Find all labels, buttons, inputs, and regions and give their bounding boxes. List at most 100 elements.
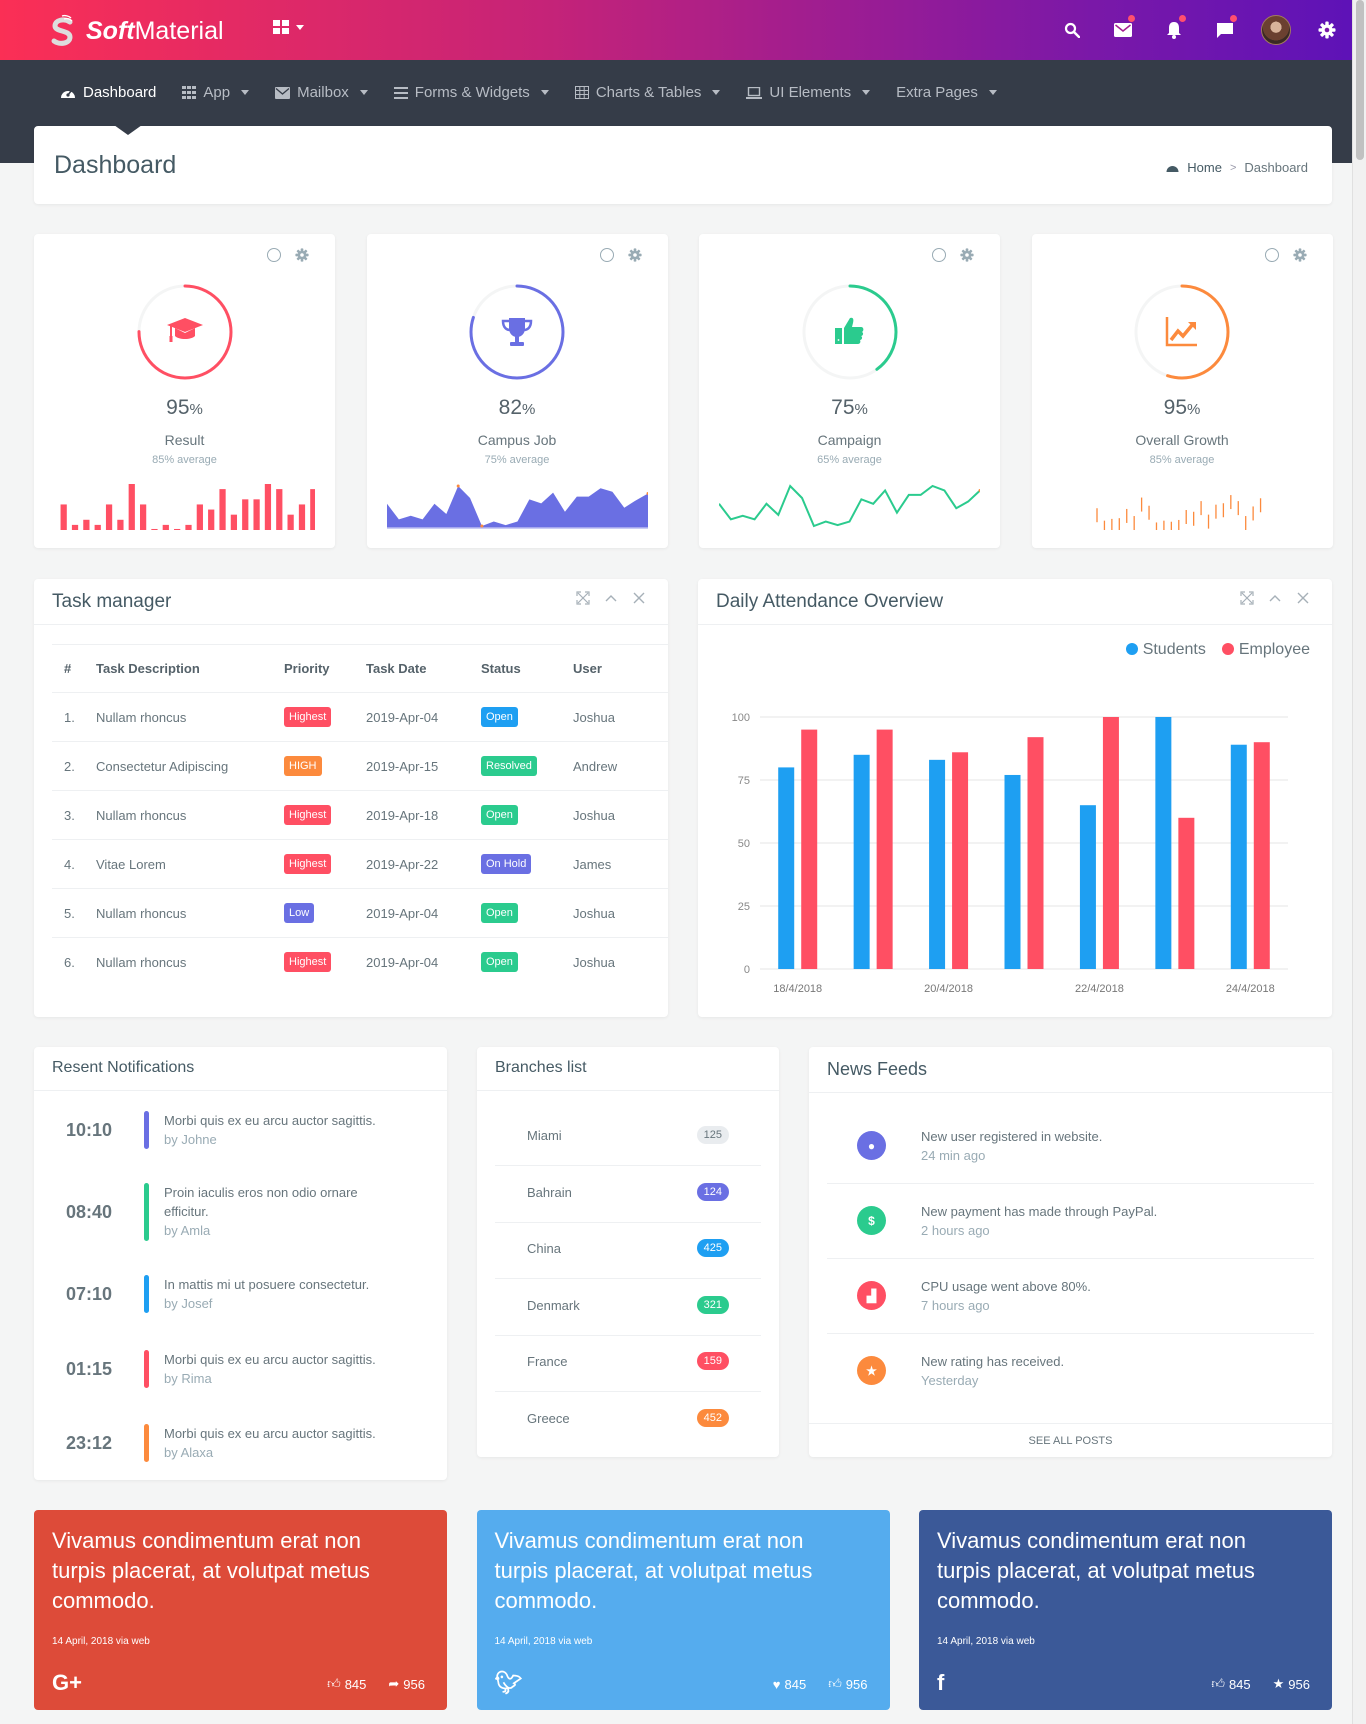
scrollbar-thumb[interactable] bbox=[1356, 0, 1364, 160]
news-item[interactable]: $ New payment has made through PayPal. 2 h… bbox=[827, 1184, 1314, 1259]
google-plus-icon[interactable]: G+ bbox=[52, 1670, 82, 1696]
search-button[interactable] bbox=[1046, 0, 1097, 60]
collapse-icon[interactable] bbox=[1268, 591, 1282, 605]
panel-header: Daily Attendance Overview bbox=[698, 579, 1332, 625]
star-icon: ★ bbox=[1272, 1676, 1285, 1691]
post-stat[interactable]: ➦ 956 bbox=[388, 1676, 425, 1692]
social-post-card[interactable]: Vivamus condimentum erat non turpis plac… bbox=[34, 1510, 447, 1710]
branch-item[interactable]: France 159 bbox=[495, 1335, 761, 1392]
notification-item[interactable]: 01:15 Morbi quis ex eu arcu auctor sagitt… bbox=[34, 1350, 447, 1424]
gear-icon[interactable] bbox=[627, 248, 642, 262]
nav-item-app[interactable]: App bbox=[182, 84, 250, 101]
status-cell: Open bbox=[481, 692, 573, 742]
y-tick-label: 100 bbox=[732, 712, 750, 724]
notification-item[interactable]: 23:12 Morbi quis ex eu arcu auctor sagitt… bbox=[34, 1424, 447, 1498]
post-stat[interactable]: ♥ 845 bbox=[773, 1676, 806, 1692]
table-icon bbox=[574, 86, 589, 99]
table-row[interactable]: 1. Nullam rhoncus Highest 2019-Apr-04 Open Jo… bbox=[52, 692, 668, 742]
post-stat[interactable]: 👍︎ 956 bbox=[828, 1676, 867, 1692]
nav-item-mailbox[interactable]: Mailbox bbox=[275, 84, 368, 101]
social-post-card[interactable]: Vivamus condimentum erat non turpis plac… bbox=[476, 1510, 890, 1710]
nav-item-ui-elements[interactable]: UI Elements bbox=[746, 84, 871, 101]
settings-button[interactable] bbox=[1301, 0, 1352, 60]
chat-button[interactable] bbox=[1199, 0, 1250, 60]
task-manager-panel: Task manager # Task Description Priority Ta… bbox=[34, 579, 668, 1017]
refresh-icon[interactable] bbox=[1264, 248, 1279, 262]
spark-bar bbox=[196, 504, 203, 530]
progress-ring bbox=[467, 282, 567, 382]
nav-item-charts-tables[interactable]: Charts & Tables bbox=[574, 84, 721, 101]
apps-icon bbox=[182, 86, 197, 99]
page-scrollbar[interactable] bbox=[1352, 0, 1366, 1724]
spark-line bbox=[719, 484, 980, 528]
task-user: James bbox=[573, 839, 668, 889]
table-row[interactable]: 3. Nullam rhoncus Highest 2019-Apr-18 Open Jo… bbox=[52, 790, 668, 840]
refresh-icon[interactable] bbox=[267, 248, 281, 262]
collapse-icon[interactable] bbox=[604, 591, 618, 605]
news-item[interactable]: ▟ CPU usage went above 80%. 7 hours ago bbox=[827, 1259, 1314, 1334]
gear-icon[interactable] bbox=[295, 248, 309, 262]
nav-item-label: Mailbox bbox=[297, 84, 349, 101]
notification-item[interactable]: 08:40 Proin iaculis eros non odio ornare … bbox=[34, 1183, 447, 1257]
y-tick-label: 0 bbox=[744, 964, 750, 976]
branch-name: Miami bbox=[527, 1128, 562, 1143]
expand-icon[interactable] bbox=[576, 591, 590, 605]
chevron-down-icon bbox=[296, 24, 304, 30]
attendance-bar-chart: 0 25 50 75 100 18/4/2018 20/4/2018 22/4/2018 24/… bbox=[732, 712, 1288, 995]
table-row[interactable]: 4. Vitae Lorem Highest 2019-Apr-22 On Hold Ja… bbox=[52, 839, 668, 889]
close-icon[interactable] bbox=[1296, 591, 1310, 605]
expand-icon[interactable] bbox=[1240, 591, 1254, 605]
gear-icon[interactable] bbox=[1292, 248, 1307, 262]
task-description: Nullam rhoncus bbox=[96, 954, 187, 970]
nav-item-dashboard[interactable]: Dashboard bbox=[60, 84, 156, 101]
branch-item[interactable]: China 425 bbox=[495, 1222, 761, 1279]
notification-item[interactable]: 07:10 In mattis mi ut posuere consectetur… bbox=[34, 1275, 447, 1349]
attendance-panel: Daily Attendance Overview Students Emplo… bbox=[698, 579, 1332, 1017]
facebook-icon[interactable]: f bbox=[937, 1670, 944, 1696]
stat-count: 845 bbox=[784, 1676, 807, 1692]
apps-grid-button[interactable] bbox=[273, 20, 304, 34]
notification-item[interactable]: 10:10 Morbi quis ex eu arcu auctor sagitt… bbox=[34, 1111, 447, 1185]
notification-text: Morbi quis ex eu arcu auctor sagittis. bbox=[164, 1352, 376, 1367]
post-stat[interactable]: 👍︎ 845 bbox=[327, 1676, 366, 1692]
post-stat[interactable]: 👍︎ 845 bbox=[1211, 1676, 1250, 1692]
table-row[interactable]: 6. Nullam rhoncus Highest 2019-Apr-04 Open Jo… bbox=[52, 938, 668, 987]
see-all-posts-link[interactable]: SEE ALL POSTS bbox=[809, 1423, 1332, 1457]
post-stat[interactable]: ★ 956 bbox=[1273, 1676, 1310, 1692]
stat-unit: % bbox=[1187, 401, 1201, 418]
twitter-icon[interactable]: 🐦︎ bbox=[495, 1670, 523, 1696]
branch-item[interactable]: Bahrain 124 bbox=[495, 1166, 761, 1223]
mail-button[interactable] bbox=[1097, 0, 1148, 60]
branch-item[interactable]: Denmark 321 bbox=[495, 1279, 761, 1336]
table-row[interactable]: 5. Nullam rhoncus Low 2019-Apr-04 Open Joshua bbox=[52, 888, 668, 938]
area-chart-icon: ▟ bbox=[857, 1281, 886, 1310]
spark-bar bbox=[162, 524, 169, 530]
user-menu-button[interactable] bbox=[1250, 0, 1301, 60]
social-post-card[interactable]: Vivamus condimentum erat non turpis plac… bbox=[919, 1510, 1332, 1710]
x-tick-label: 18/4/2018 bbox=[773, 983, 822, 995]
refresh-icon[interactable] bbox=[599, 248, 614, 262]
notification-time: 23:12 bbox=[66, 1433, 113, 1453]
nav-item-forms-widgets[interactable]: Forms & Widgets bbox=[393, 84, 549, 101]
brand-logo[interactable]: SoftMaterial bbox=[50, 14, 224, 48]
thumbs-up-outline-icon: 👍︎ bbox=[1211, 1676, 1225, 1691]
avatar bbox=[1260, 15, 1291, 45]
stat-card: 75% Campaign 65% average bbox=[699, 234, 1000, 548]
branch-item[interactable]: Miami 125 bbox=[495, 1109, 761, 1166]
chevron-down-icon bbox=[862, 90, 871, 95]
nav-item-extra-pages[interactable]: Extra Pages bbox=[896, 84, 997, 101]
gear-icon[interactable] bbox=[960, 248, 974, 262]
table-row[interactable]: 2. Consectetur Adipiscing HIGH 2019-Apr-15 R… bbox=[52, 741, 668, 791]
spark-bar bbox=[151, 528, 158, 530]
close-icon[interactable] bbox=[632, 591, 646, 605]
news-item[interactable]: ★ New rating has received. Yesterday bbox=[827, 1334, 1314, 1409]
breadcrumb-home[interactable]: Home bbox=[1187, 160, 1222, 175]
refresh-icon[interactable] bbox=[932, 248, 946, 262]
breadcrumb: Home > Dashboard bbox=[1166, 160, 1308, 175]
news-item[interactable]: ● New user registered in website. 24 min a… bbox=[827, 1109, 1314, 1184]
stat-card: 95% Overall Growth 85% average bbox=[1031, 234, 1333, 548]
notifications-button[interactable] bbox=[1148, 0, 1199, 60]
status-cell: Open bbox=[481, 938, 573, 987]
panel-title: News Feeds bbox=[827, 1059, 928, 1079]
branch-item[interactable]: Greece 452 bbox=[495, 1392, 761, 1449]
